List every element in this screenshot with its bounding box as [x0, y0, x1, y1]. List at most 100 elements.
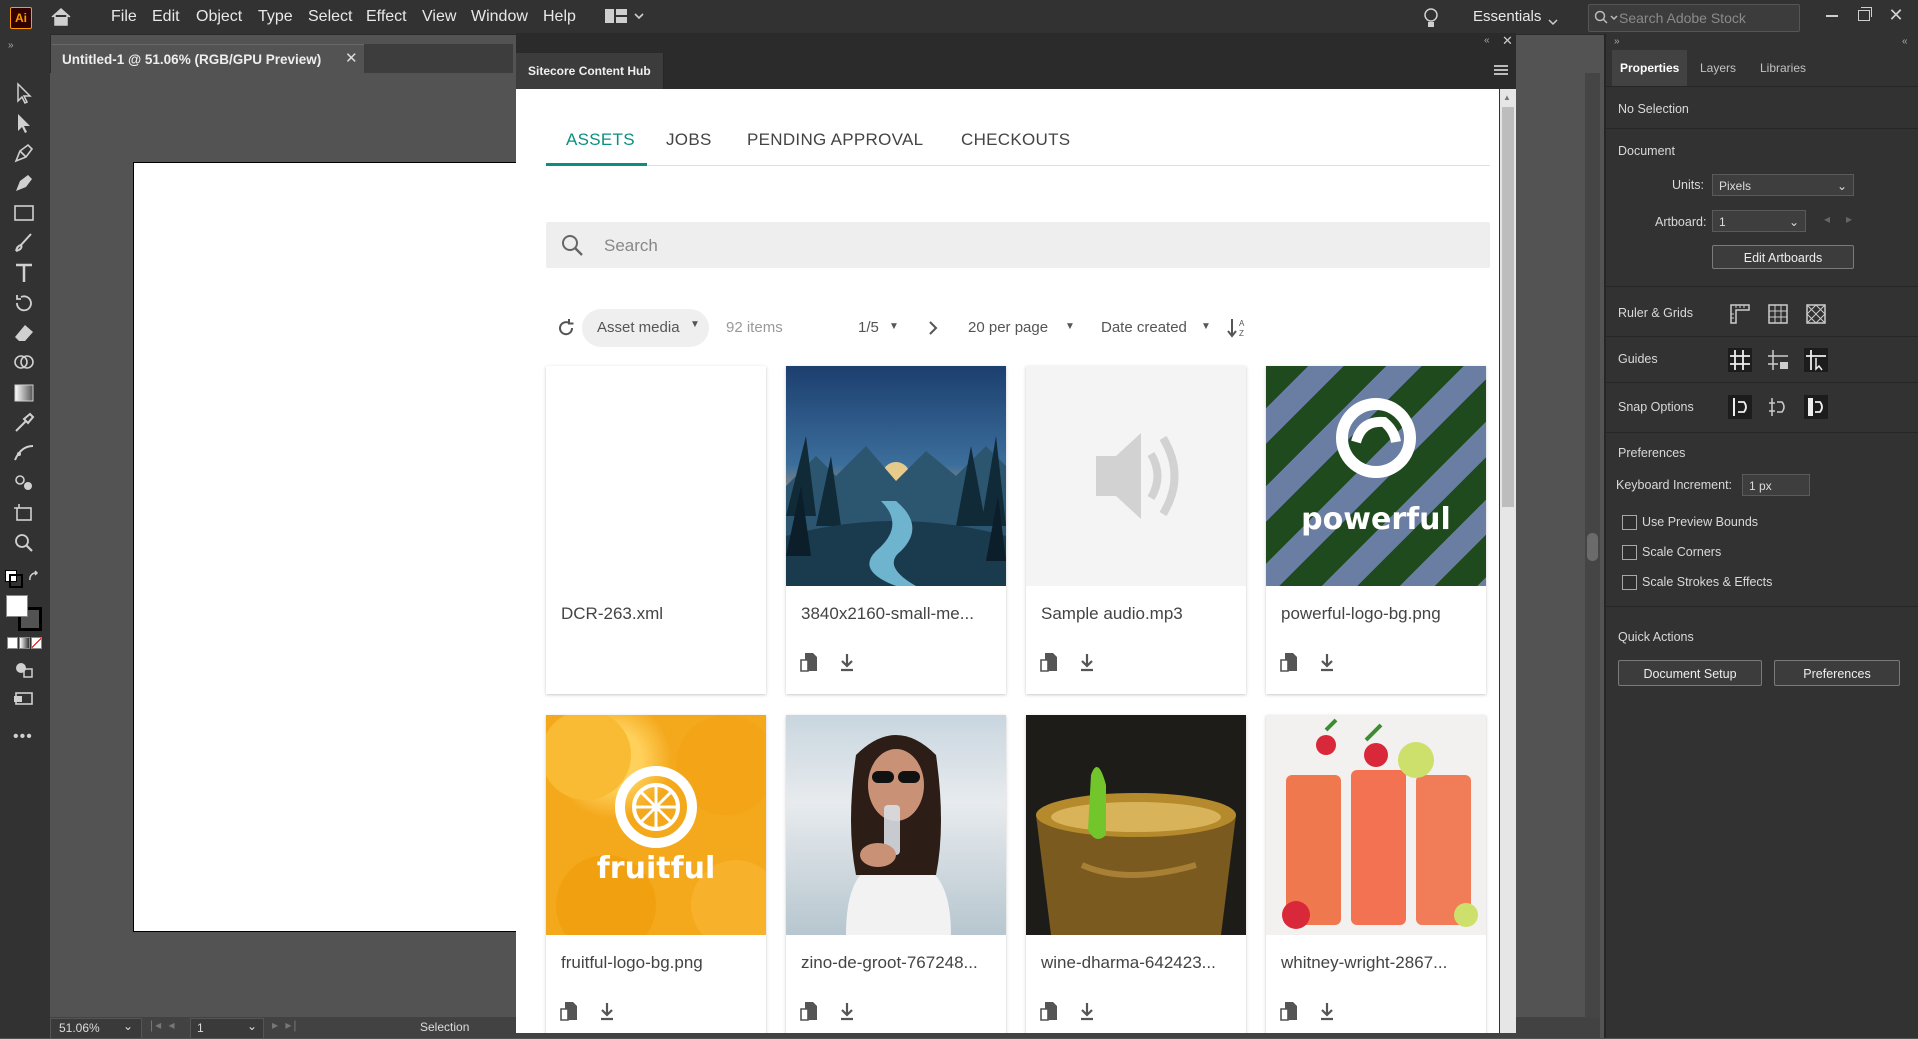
arrange-documents-icon[interactable]: [605, 8, 645, 26]
download-icon[interactable]: [1318, 652, 1336, 672]
link-asset-icon[interactable]: [560, 1001, 578, 1021]
menu-effect[interactable]: Effect: [366, 8, 407, 26]
puppet-warp-tool-icon[interactable]: [11, 440, 37, 466]
link-asset-icon[interactable]: [1040, 1001, 1058, 1021]
fill-stroke-swatch[interactable]: [6, 595, 42, 631]
close-tab-icon[interactable]: ✕: [345, 49, 358, 67]
draw-mode-icon[interactable]: [11, 656, 37, 682]
rectangle-tool-icon[interactable]: [11, 200, 37, 226]
link-asset-icon[interactable]: [800, 652, 818, 672]
sort-selector[interactable]: Date created: [1101, 319, 1187, 336]
artboard-nav-next-icons[interactable]: ▸ ▸|: [272, 1018, 299, 1032]
selection-tool-icon[interactable]: [11, 80, 37, 106]
menu-window[interactable]: Window: [471, 8, 528, 26]
menu-view[interactable]: View: [422, 8, 456, 26]
artboard[interactable]: [133, 162, 519, 932]
artboard-next-icon[interactable]: ▸: [1846, 212, 1852, 226]
edit-artboards-button[interactable]: Edit Artboards: [1712, 245, 1854, 269]
search-bar[interactable]: Search: [546, 222, 1490, 268]
minimize-button[interactable]: [1820, 4, 1844, 26]
type-tool-icon[interactable]: [11, 260, 37, 286]
workspace-switcher[interactable]: Essentials: [1473, 8, 1541, 25]
menu-select[interactable]: Select: [308, 8, 352, 26]
download-icon[interactable]: [1318, 1001, 1336, 1021]
collapse-icon[interactable]: «: [1484, 35, 1490, 46]
collapse-icon[interactable]: »: [8, 40, 14, 51]
menu-file[interactable]: File: [111, 8, 137, 26]
symbol-sprayer-tool-icon[interactable]: [11, 470, 37, 496]
link-asset-icon[interactable]: [1040, 652, 1058, 672]
asset-card[interactable]: DCR-263.xml: [546, 366, 766, 694]
download-icon[interactable]: [1078, 1001, 1096, 1021]
ruler-icon[interactable]: [1728, 302, 1752, 326]
collapse-icon[interactable]: »: [1614, 36, 1620, 47]
curvature-tool-icon[interactable]: [11, 170, 37, 196]
tab-checkouts[interactable]: CHECKOUTS: [961, 130, 1070, 150]
asset-card[interactable]: wine-dharma-642423...: [1026, 715, 1246, 1033]
panel-menu-icon[interactable]: [1494, 65, 1508, 75]
next-page-icon[interactable]: [926, 319, 940, 337]
direct-selection-tool-icon[interactable]: [11, 110, 37, 136]
download-icon[interactable]: [838, 652, 856, 672]
home-icon[interactable]: [50, 7, 72, 27]
artboard-nav-prev-icons[interactable]: |◂ ◂: [150, 1018, 177, 1032]
smart-guides-icon[interactable]: [1804, 348, 1828, 372]
artboard-number-field[interactable]: 1 ⌄: [190, 1018, 264, 1039]
artboard-prev-icon[interactable]: ◂: [1824, 212, 1830, 226]
asset-card[interactable]: fruitful fruitful-logo-bg.png: [546, 715, 766, 1033]
use-preview-bounds-checkbox[interactable]: [1622, 515, 1637, 530]
asset-card[interactable]: whitney-wright-2867...: [1266, 715, 1486, 1033]
stock-search-box[interactable]: Search Adobe Stock: [1588, 4, 1800, 32]
transparency-grid-icon[interactable]: [1804, 302, 1828, 326]
tab-libraries[interactable]: Libraries: [1752, 50, 1814, 86]
asset-card[interactable]: powerful powerful-logo-bg.png: [1266, 366, 1486, 694]
expand-icon[interactable]: «: [1902, 36, 1908, 47]
grid-icon[interactable]: [1766, 302, 1790, 326]
paintbrush-tool-icon[interactable]: [11, 230, 37, 256]
sort-direction-icon[interactable]: AZ: [1227, 317, 1249, 339]
screen-mode-icon[interactable]: [11, 686, 37, 712]
asset-card[interactable]: Sample audio.mp3: [1026, 366, 1246, 694]
gradient-tool-icon[interactable]: [11, 380, 37, 406]
default-colors-icon[interactable]: [5, 570, 39, 588]
tab-properties[interactable]: Properties: [1612, 50, 1688, 86]
close-panel-icon[interactable]: ✕: [1502, 33, 1513, 49]
lightbulb-icon[interactable]: [1422, 7, 1440, 29]
menu-type[interactable]: Type: [258, 8, 293, 26]
restore-button[interactable]: [1852, 4, 1876, 26]
artboard-dropdown[interactable]: 1 ⌄: [1712, 210, 1806, 232]
tab-assets[interactable]: ASSETS: [566, 130, 635, 150]
chevron-down-icon[interactable]: [1548, 13, 1558, 26]
link-asset-icon[interactable]: [1280, 1001, 1298, 1021]
snap-to-point-icon[interactable]: [1728, 395, 1752, 419]
pen-tool-icon[interactable]: [11, 140, 37, 166]
asset-card[interactable]: zino-de-groot-767248...: [786, 715, 1006, 1033]
color-mode-icons[interactable]: [7, 637, 42, 649]
refresh-icon[interactable]: [556, 318, 576, 338]
download-icon[interactable]: [598, 1001, 616, 1021]
show-guides-icon[interactable]: [1728, 348, 1752, 372]
tab-layers[interactable]: Layers: [1692, 50, 1744, 86]
units-dropdown[interactable]: Pixels ⌄: [1712, 174, 1854, 196]
close-window-button[interactable]: ✕: [1884, 4, 1908, 26]
per-page-selector[interactable]: 20 per page: [968, 319, 1048, 336]
canvas-vertical-scrollbar[interactable]: [1585, 73, 1600, 1018]
asset-media-filter[interactable]: Asset media ▼: [582, 309, 709, 347]
tab-pending-approval[interactable]: PENDING APPROVAL: [747, 130, 923, 150]
rotate-tool-icon[interactable]: [11, 290, 37, 316]
eraser-tool-icon[interactable]: [11, 320, 37, 346]
shape-builder-tool-icon[interactable]: [11, 350, 37, 376]
menu-help[interactable]: Help: [543, 8, 576, 26]
snap-to-pixel-icon[interactable]: [1804, 395, 1828, 419]
content-hub-scrollbar[interactable]: ▲: [1500, 89, 1516, 1033]
scale-strokes-effects-checkbox[interactable]: [1622, 575, 1637, 590]
asset-card[interactable]: 3840x2160-small-me...: [786, 366, 1006, 694]
tab-jobs[interactable]: JOBS: [666, 130, 712, 150]
zoom-tool-icon[interactable]: [11, 530, 37, 556]
menu-object[interactable]: Object: [196, 8, 242, 26]
zoom-field[interactable]: 51.06% ⌄: [50, 1018, 142, 1039]
eyedropper-tool-icon[interactable]: [11, 410, 37, 436]
artboard-tool-icon[interactable]: [11, 500, 37, 526]
preferences-button[interactable]: Preferences: [1774, 660, 1900, 686]
page-indicator[interactable]: 1/5: [858, 319, 879, 336]
